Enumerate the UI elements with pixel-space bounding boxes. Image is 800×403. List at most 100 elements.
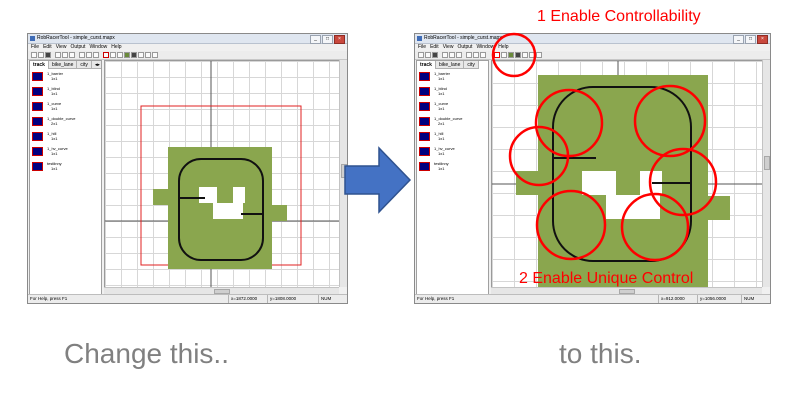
map-canvas[interactable] bbox=[104, 60, 339, 287]
pointer-icon[interactable] bbox=[473, 52, 479, 58]
undo-icon[interactable] bbox=[55, 52, 61, 58]
tile-icon[interactable] bbox=[508, 52, 514, 58]
status-x-coordinate: x=912.0000 bbox=[658, 295, 685, 303]
tab-bike-lane[interactable]: bike_lane bbox=[435, 61, 465, 69]
tile-swatch bbox=[32, 87, 43, 96]
menu-output[interactable]: Output bbox=[457, 44, 472, 51]
right-menubar: File Edit View Output Window Help bbox=[415, 44, 770, 51]
help-icon[interactable] bbox=[529, 52, 535, 58]
tile-size: 1x1 bbox=[51, 76, 58, 81]
settings-icon[interactable] bbox=[138, 52, 144, 58]
transition-arrow-icon bbox=[344, 146, 412, 214]
new-icon[interactable] bbox=[418, 52, 424, 58]
map-vertical-scrollbar[interactable] bbox=[762, 60, 770, 287]
menu-file[interactable]: File bbox=[31, 44, 39, 51]
tab-city[interactable]: city bbox=[77, 61, 92, 69]
tile-swatch bbox=[419, 147, 430, 156]
left-statusbar: For Help, press F1 x=1872.0000 y=1808.00… bbox=[28, 294, 347, 303]
maximize-button[interactable]: □ bbox=[745, 35, 756, 44]
app-icon bbox=[30, 36, 35, 41]
step-icon[interactable] bbox=[466, 52, 472, 58]
settings-icon[interactable] bbox=[522, 52, 528, 58]
menu-window[interactable]: Window bbox=[89, 44, 107, 51]
menu-file[interactable]: File bbox=[418, 44, 426, 51]
tile-size: 2x1 bbox=[438, 121, 445, 126]
tab-track[interactable]: track bbox=[30, 61, 49, 69]
tile-size: 2x1 bbox=[51, 121, 58, 126]
app-icon bbox=[417, 36, 422, 41]
tile-size: 1x1 bbox=[438, 136, 445, 141]
tile-icon[interactable] bbox=[124, 52, 130, 58]
redo-icon[interactable] bbox=[62, 52, 68, 58]
controllability-toggle-icon[interactable] bbox=[494, 52, 500, 58]
tab-scroll-arrows[interactable]: ◂▸ bbox=[91, 61, 101, 69]
caption-after: to this. bbox=[559, 338, 642, 369]
track-drawing bbox=[492, 61, 762, 287]
menu-help[interactable]: Help bbox=[498, 44, 508, 51]
tile-swatch bbox=[419, 87, 430, 96]
menu-help[interactable]: Help bbox=[111, 44, 121, 51]
close-button[interactable]: × bbox=[334, 35, 345, 44]
undo-icon[interactable] bbox=[442, 52, 448, 58]
tab-track[interactable]: track bbox=[417, 61, 436, 69]
save-icon[interactable] bbox=[432, 52, 438, 58]
status-help-text: For Help, press F1 bbox=[417, 296, 455, 301]
menu-window[interactable]: Window bbox=[476, 44, 494, 51]
tile-swatch bbox=[419, 72, 430, 81]
tile-size: 1x1 bbox=[438, 106, 445, 111]
open-icon[interactable] bbox=[38, 52, 44, 58]
tile-swatch bbox=[32, 162, 43, 171]
step-icon[interactable] bbox=[79, 52, 85, 58]
tab-bike-lane[interactable]: bike_lane bbox=[48, 61, 78, 69]
help-icon[interactable] bbox=[145, 52, 151, 58]
left-app-window: RobRacerTool - simple_curst.mapx _ □ × F… bbox=[27, 33, 348, 304]
menu-edit[interactable]: Edit bbox=[430, 44, 439, 51]
pointer-icon[interactable] bbox=[86, 52, 92, 58]
open-icon[interactable] bbox=[425, 52, 431, 58]
tile-size: 1x1 bbox=[438, 151, 445, 156]
minimize-button[interactable]: _ bbox=[733, 35, 744, 44]
context-help-icon[interactable] bbox=[536, 52, 542, 58]
tile-swatch bbox=[32, 117, 43, 126]
minimize-button[interactable]: _ bbox=[310, 35, 321, 44]
context-help-icon[interactable] bbox=[152, 52, 158, 58]
tile-size: 1x1 bbox=[438, 91, 445, 96]
map-canvas[interactable] bbox=[491, 60, 762, 287]
tab-city[interactable]: city bbox=[464, 61, 479, 69]
tile-panel: track bike_lane city ◂▸ 1_barrier 1x1 1_b… bbox=[29, 60, 102, 297]
save-icon[interactable] bbox=[45, 52, 51, 58]
left-toolbar bbox=[28, 51, 347, 60]
tile-size: 1x1 bbox=[438, 76, 445, 81]
select-rect-icon[interactable] bbox=[103, 52, 109, 58]
tile-swatch bbox=[419, 132, 430, 141]
car-icon[interactable] bbox=[131, 52, 137, 58]
status-x-coordinate: x=1872.0000 bbox=[228, 295, 257, 303]
play-icon[interactable] bbox=[456, 52, 462, 58]
tile-size: 1x1 bbox=[51, 166, 58, 171]
annotation-enable-controllability: 1 Enable Controllability bbox=[537, 8, 701, 25]
redo-icon[interactable] bbox=[449, 52, 455, 58]
tile-swatch bbox=[32, 132, 43, 141]
maximize-button[interactable]: □ bbox=[322, 35, 333, 44]
menu-view[interactable]: View bbox=[56, 44, 67, 51]
stop-icon[interactable] bbox=[480, 52, 486, 58]
right-window-title: RobRacerTool - simple_curst.mapx bbox=[424, 35, 502, 41]
new-icon[interactable] bbox=[31, 52, 37, 58]
scroll-thumb[interactable] bbox=[764, 156, 770, 170]
menu-output[interactable]: Output bbox=[70, 44, 85, 51]
menu-view[interactable]: View bbox=[443, 44, 454, 51]
tile-size: 1x1 bbox=[51, 91, 58, 96]
close-button[interactable]: × bbox=[757, 35, 768, 44]
tile-swatch bbox=[419, 117, 430, 126]
tile-swatch bbox=[419, 102, 430, 111]
right-toolbar bbox=[415, 51, 770, 60]
play-icon[interactable] bbox=[69, 52, 75, 58]
car-icon[interactable] bbox=[515, 52, 521, 58]
status-num-indicator: NUM bbox=[741, 295, 754, 303]
stop-icon[interactable] bbox=[93, 52, 99, 58]
status-help-text: For Help, press F1 bbox=[30, 296, 68, 301]
grid-icon[interactable] bbox=[110, 52, 116, 58]
menu-edit[interactable]: Edit bbox=[43, 44, 52, 51]
layer-icon[interactable] bbox=[117, 52, 123, 58]
grid-icon[interactable] bbox=[501, 52, 507, 58]
